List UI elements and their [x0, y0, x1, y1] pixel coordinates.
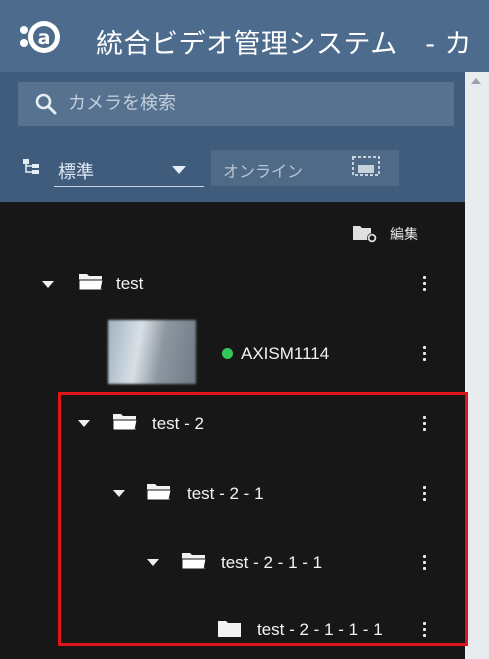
online-filter-toggle[interactable]: オンライン: [211, 150, 399, 186]
monitor-icon: [352, 156, 380, 176]
title-bar: a 統合ビデオ管理システム - カ: [0, 0, 489, 72]
svg-text:a: a: [38, 27, 51, 49]
edit-button[interactable]: 編集: [352, 222, 432, 246]
camera-thumbnail: [108, 320, 196, 384]
camera-search[interactable]: [18, 82, 454, 126]
scrollbar[interactable]: [465, 72, 489, 659]
app-logo-icon: a: [20, 21, 60, 53]
app-window: a 統合ビデオ管理システム - カ 標準 オンライン: [0, 0, 489, 659]
view-mode-label: 標準: [58, 162, 94, 183]
filter-bar: 標準 オンライン: [0, 138, 465, 198]
tree-view-icon: [23, 159, 39, 174]
online-status-icon: [222, 348, 233, 359]
folder-open-icon: [78, 274, 104, 291]
tree-node-label: test: [116, 274, 144, 293]
chevron-down-icon: [172, 166, 186, 174]
view-mode-select[interactable]: 標準: [54, 150, 204, 187]
search-icon: [35, 93, 57, 115]
online-filter-label: オンライン: [223, 162, 304, 181]
scroll-up-arrow-icon[interactable]: [471, 78, 481, 84]
camera-name: AXISM1114: [241, 344, 330, 363]
more-options-icon[interactable]: [419, 344, 429, 364]
highlight-annotation: [58, 392, 468, 646]
search-input[interactable]: [68, 82, 438, 126]
app-title: 統合ビデオ管理システム - カ: [96, 29, 473, 60]
caret-down-icon[interactable]: [42, 281, 54, 288]
edit-label: 編集: [390, 227, 418, 243]
more-options-icon[interactable]: [419, 274, 429, 294]
folder-settings-icon: [353, 226, 377, 243]
